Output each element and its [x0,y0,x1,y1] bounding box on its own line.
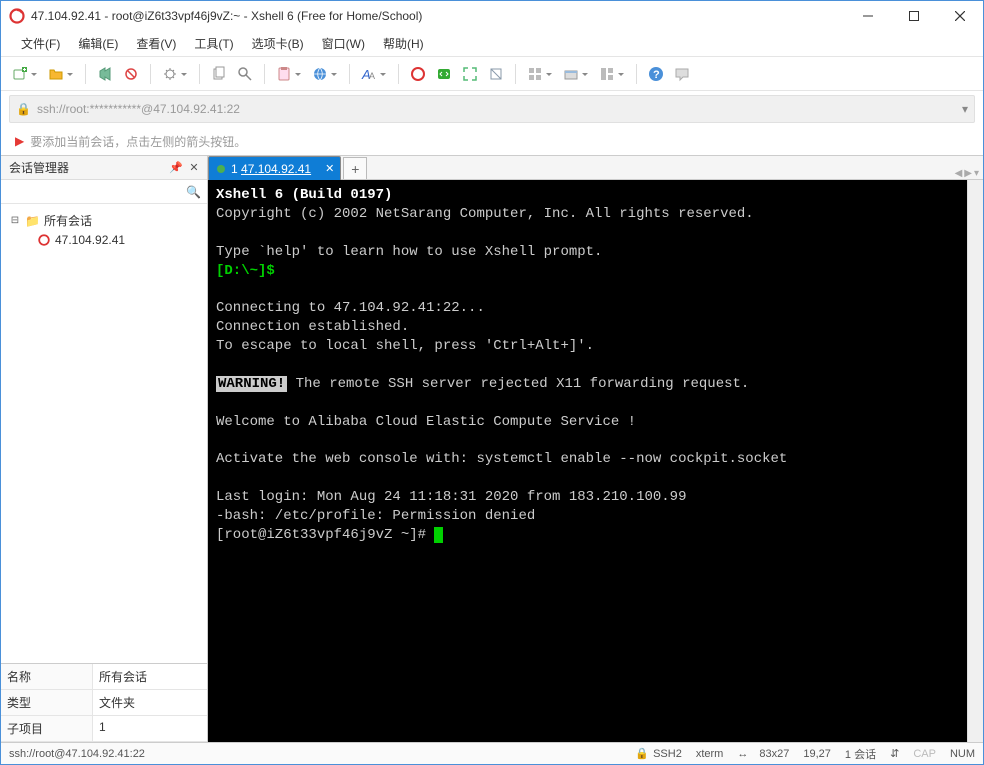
tile-button[interactable] [524,63,546,85]
size-icon: ↔ [737,748,748,760]
menu-window[interactable]: 窗口(W) [314,32,373,55]
tab-label: 47.104.92.41 [241,162,311,176]
prop-row-type: 类型文件夹 [1,690,207,716]
address-bar[interactable]: 🔒 ssh://root:***********@47.104.92.41:22… [9,95,975,123]
session-search[interactable]: 🔍 [1,180,207,204]
status-num: NUM [950,748,975,760]
menu-edit[interactable]: 编辑(E) [70,32,126,55]
info-hint-text: 要添加当前会话，点击左侧的箭头按钮。 [30,133,246,150]
menu-tabs[interactable]: 选项卡(B) [244,32,312,55]
prop-row-name: 名称所有会话 [1,664,207,690]
separator [85,64,86,84]
tab-list-button[interactable]: ▾ [974,168,979,179]
cascade-button[interactable] [560,63,582,85]
scroll-lock-button[interactable] [485,63,507,85]
collapse-icon[interactable]: ⊟ [9,215,21,226]
panel-title: 会话管理器 [9,159,167,176]
toolbar: AA ? [1,57,983,91]
reconnect-button[interactable] [94,63,116,85]
status-connection: ssh://root@47.104.92.41:22 [9,748,621,760]
menu-help[interactable]: 帮助(H) [375,32,432,55]
menubar: 文件(F) 编辑(E) 查看(V) 工具(T) 选项卡(B) 窗口(W) 帮助(… [1,31,983,57]
tree-session-item[interactable]: 47.104.92.41 [5,231,203,249]
svg-text:A: A [369,71,375,81]
layout-button[interactable] [596,63,618,85]
status-sessions: 1 会话 [845,746,876,762]
xagent-button[interactable] [407,63,429,85]
tab-next-button[interactable]: ▶ [964,168,972,179]
paste-button[interactable] [273,63,295,85]
status-cap: CAP [913,748,936,760]
session-search-input[interactable] [7,185,186,199]
font-button[interactable]: AA [358,63,380,85]
address-dropdown-icon[interactable]: ▾ [962,102,968,116]
separator [349,64,350,84]
globe-button[interactable] [309,63,331,85]
status-bar: ssh://root@47.104.92.41:22 🔒 SSH2 xterm ↔… [1,742,983,764]
terminal-scrollbar[interactable] [967,180,983,742]
flag-icon: ▶ [15,134,24,148]
status-pos: 19,27 [803,748,831,760]
tree-root-label: 所有会话 [44,212,92,229]
pin-button[interactable]: 📌 [167,159,185,177]
properties-button[interactable] [159,63,181,85]
tab-prev-button[interactable]: ◀ [955,168,963,179]
close-button[interactable] [937,1,983,31]
session-tree: ⊟ 📁 所有会话 47.104.92.41 [1,204,207,663]
terminal-output[interactable]: Xshell 6 (Build 0197) Copyright (c) 2002… [208,180,967,742]
app-icon [9,8,25,24]
folder-icon: 📁 [25,214,40,228]
signal-icon: ⇵ [890,747,899,760]
open-button[interactable] [45,63,67,85]
session-icon [37,233,51,247]
tree-root-all-sessions[interactable]: ⊟ 📁 所有会话 [5,210,203,231]
separator [636,64,637,84]
status-size: 83x27 [759,748,789,760]
terminal-cursor [434,527,443,543]
separator [199,64,200,84]
separator [515,64,516,84]
window-titlebar: 47.104.92.41 - root@iZ6t33vpf46j9vZ:~ - … [1,1,983,31]
separator [150,64,151,84]
menu-tools[interactable]: 工具(T) [186,32,241,55]
menu-view[interactable]: 查看(V) [128,32,184,55]
tab-add-button[interactable]: + [343,157,367,179]
minimize-button[interactable] [845,1,891,31]
lock-icon: 🔒 [635,747,649,760]
copy-button[interactable] [208,63,230,85]
feedback-button[interactable] [671,63,693,85]
window-title: 47.104.92.41 - root@iZ6t33vpf46j9vZ:~ - … [31,9,845,23]
panel-close-button[interactable]: ✕ [185,159,203,177]
help-button[interactable]: ? [645,63,667,85]
tab-bar: 1 47.104.92.41 ✕ + ◀ ▶ ▾ [208,156,983,180]
tree-session-label: 47.104.92.41 [55,233,125,247]
search-icon: 🔍 [186,185,201,199]
property-grid: 名称所有会话 类型文件夹 子项目1 [1,663,207,742]
new-session-button[interactable] [9,63,31,85]
maximize-button[interactable] [891,1,937,31]
separator [398,64,399,84]
menu-file[interactable]: 文件(F) [13,32,68,55]
svg-text:?: ? [653,69,660,81]
info-hint-bar: ▶ 要添加当前会话，点击左侧的箭头按钮。 [1,127,983,155]
status-term: xterm [696,748,724,760]
address-text: ssh://root:***********@47.104.92.41:22 [37,102,962,116]
disconnect-button[interactable] [120,63,142,85]
status-protocol: SSH2 [653,748,682,760]
xftp-button[interactable] [433,63,455,85]
session-manager-panel: 会话管理器 📌 ✕ 🔍 ⊟ 📁 所有会话 47.104.92.41 名称所有会话… [1,156,208,742]
tab-active[interactable]: 1 47.104.92.41 ✕ [208,156,341,180]
separator [264,64,265,84]
prop-row-children: 子项目1 [1,716,207,742]
tab-close-button[interactable]: ✕ [325,162,334,175]
tab-index: 1 [231,162,238,176]
lock-icon: 🔒 [16,102,31,116]
fullscreen-button[interactable] [459,63,481,85]
find-button[interactable] [234,63,256,85]
status-dot-icon [217,165,225,173]
